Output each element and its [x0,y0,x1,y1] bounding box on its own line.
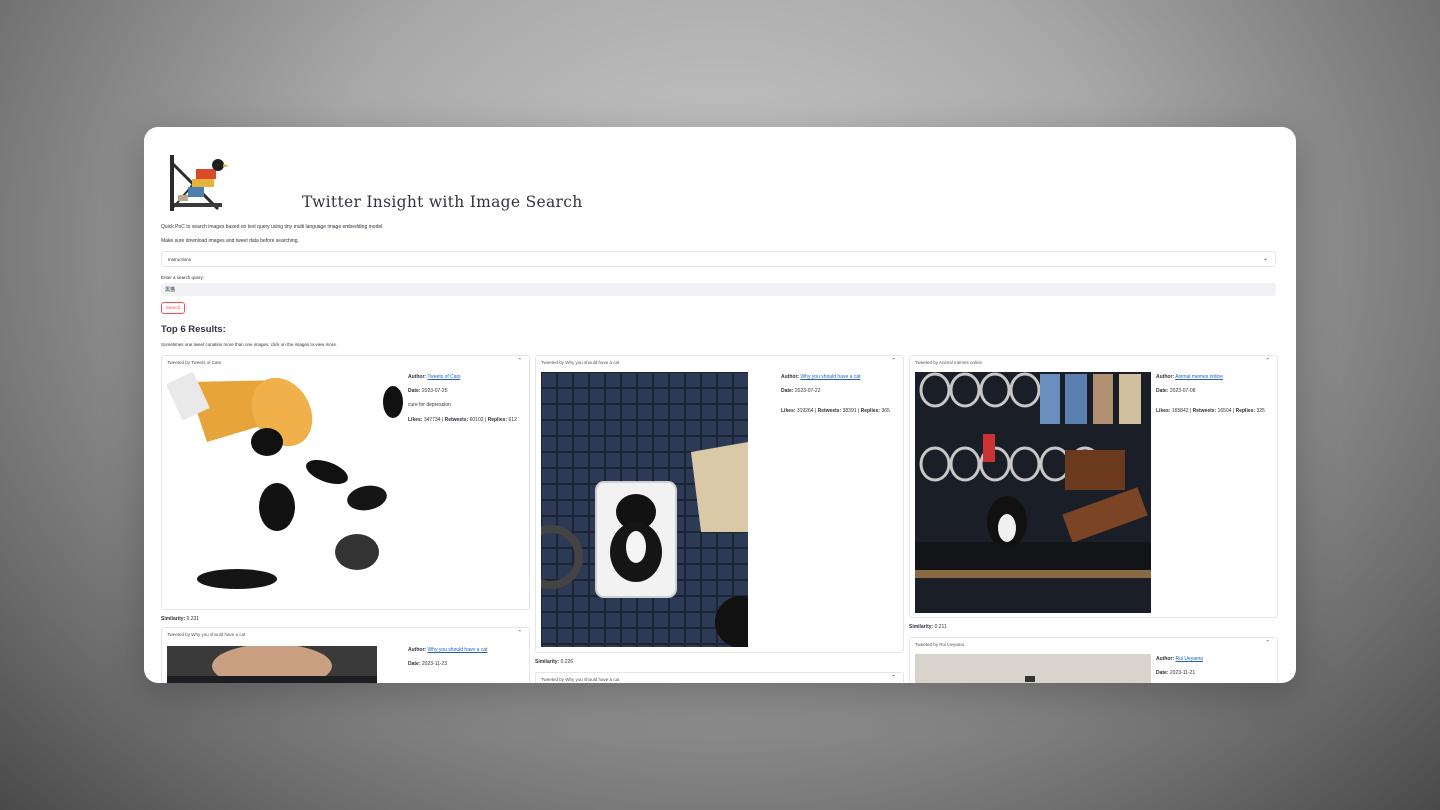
tweet-author: Author: Animal memes online [1156,374,1223,380]
search-input[interactable] [161,283,1276,296]
tweet-image[interactable] [167,646,377,683]
caption-note: Make sure download images and tweet data… [161,238,299,244]
tweet-image[interactable] [915,372,1151,613]
chevron-up-icon[interactable]: ⌃ [891,675,896,681]
tweet-card[interactable]: Tweeted by Why you should have a cat ⌃ A… [161,627,530,683]
author-link[interactable]: Why you should have a cat [800,374,860,380]
tweet-image[interactable] [167,372,403,600]
tweet-text: cure for depression [408,402,451,408]
tweet-image[interactable] [915,654,1151,683]
tweet-card-header: Tweeted by Rui Ueyama [915,642,965,647]
results-note: Sometimes one tweet conatins more than o… [161,342,338,347]
instructions-expander[interactable]: Instructions ⌄ [161,251,1276,267]
chevron-up-icon[interactable]: ⌃ [517,358,522,364]
tweet-card-header: Tweeted by Animal memes online [915,360,983,365]
search-button[interactable]: Search [161,302,185,314]
tweet-stats: Likes: 165842 | Retweets: 16504 | Replie… [1156,408,1265,414]
tweet-author: Author: Rui Ueyama [1156,656,1203,662]
tweet-author: Author: Why you should have a cat [408,647,488,653]
chevron-up-icon[interactable]: ⌃ [1265,358,1270,364]
tweet-card[interactable]: Tweeted by Tweets of Cats ⌃ Author: Twee… [161,355,530,610]
app-window: Twitter Insight with Image Search Quick … [144,127,1296,683]
page-title: Twitter Insight with Image Search [302,193,583,211]
tweet-date: Date: 2023-07-25 [408,388,448,394]
tweet-card-header: Tweeted by Why you should have a cat [167,632,246,637]
tweet-author: Author: Why you should have a cat [781,374,861,380]
app-logo [166,151,230,215]
tweet-date: Date: 2023-07-08 [1156,388,1196,394]
tweet-card[interactable]: Tweeted by Animal memes online ⌃ Author:… [909,355,1278,618]
chevron-up-icon[interactable]: ⌃ [517,630,522,636]
author-link[interactable]: Why you should have a cat [427,647,487,653]
chevron-down-icon: ⌄ [1262,256,1268,262]
tweet-stats: Likes: 319264 | Retweets: 38391 | Replie… [781,408,890,414]
instructions-label: Instructions [168,257,192,262]
chevron-up-icon[interactable]: ⌃ [1265,640,1270,646]
author-link[interactable]: Tweets of Cats [427,374,460,380]
author-link[interactable]: Rui Ueyama [1175,656,1203,662]
similarity-score: Similarity: 0.211 [909,624,947,630]
similarity-score: Similarity: 0.226 [535,659,574,665]
chevron-up-icon[interactable]: ⌃ [891,358,896,364]
tweet-author: Author: Tweets of Cats [408,374,461,380]
author-link[interactable]: Animal memes online [1175,374,1223,380]
tweet-card[interactable]: Tweeted by Why you should have a cat ⌃ [535,672,904,683]
tweet-card[interactable]: Tweeted by Why you should have a cat ⌃ [535,355,904,653]
tweet-stats: Likes: 347734 | Retweets: 60102 | Replie… [408,417,517,423]
tweet-card-header: Tweeted by Why you should have a cat [541,677,620,682]
tweet-date: Date: 2023-07-22 [781,388,821,394]
tweet-date: Date: 2023-11-23 [408,661,448,667]
tweet-card-header: Tweeted by Why you should have a cat [541,360,620,365]
search-query-label: Enter a search query: [161,275,205,280]
tweet-image[interactable] [541,372,748,647]
tweet-card[interactable]: Tweeted by Rui Ueyama ⌃ Author: Rui Ueya… [909,637,1278,683]
caption-description: Quick PoC to search images based on text… [161,224,384,230]
similarity-score: Similarity: 0.231 [161,616,200,622]
tweet-date: Date: 2023-11-21 [1156,670,1196,676]
tweet-card-header: Tweeted by Tweets of Cats [167,360,221,365]
results-heading: Top 6 Results: [161,324,226,335]
